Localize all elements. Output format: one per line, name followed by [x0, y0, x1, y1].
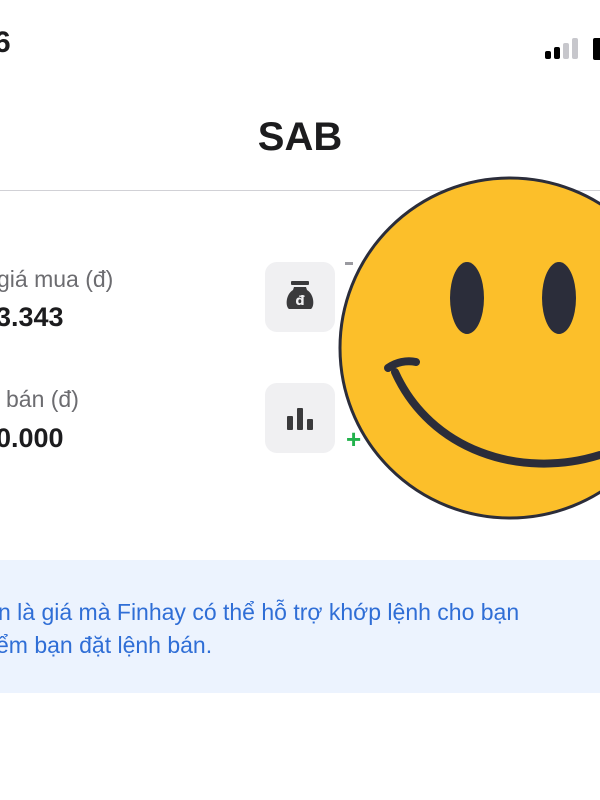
- sell-price-label: bán (đ): [6, 386, 79, 412]
- buy-price-value: 3.343: [0, 302, 64, 332]
- battery-icon: [593, 38, 600, 60]
- sell-price-value: 0.000: [0, 423, 64, 453]
- smiley-right-eye: [542, 262, 576, 334]
- positive-change-sign: +: [346, 424, 362, 454]
- money-bag-dong-icon: đ: [286, 281, 314, 309]
- status-time: 6: [0, 26, 11, 59]
- chart-button[interactable]: [265, 383, 335, 453]
- buy-price-label: giá mua (đ): [0, 266, 114, 292]
- smiley-mouth: [391, 368, 600, 468]
- info-text-line-2: ểm bạn đặt lệnh bán.: [0, 632, 213, 658]
- smiley-left-eye: [450, 262, 484, 334]
- bar-chart-icon: [287, 408, 313, 430]
- info-text-line-1: n là giá mà Finhay có thể hỗ trợ khớp lệ…: [0, 599, 520, 625]
- partial-sign-mark: [345, 262, 353, 265]
- svg-text:đ: đ: [295, 294, 305, 309]
- smiley-mouth-dimple: [384, 357, 420, 372]
- page-title: SAB: [257, 115, 343, 159]
- info-note-box: n là giá mà Finhay có thể hỗ trợ khớp lệ…: [0, 560, 600, 693]
- money-bag-button[interactable]: đ: [265, 262, 335, 332]
- signal-strength-icon: [545, 38, 578, 59]
- header-divider: [0, 190, 600, 191]
